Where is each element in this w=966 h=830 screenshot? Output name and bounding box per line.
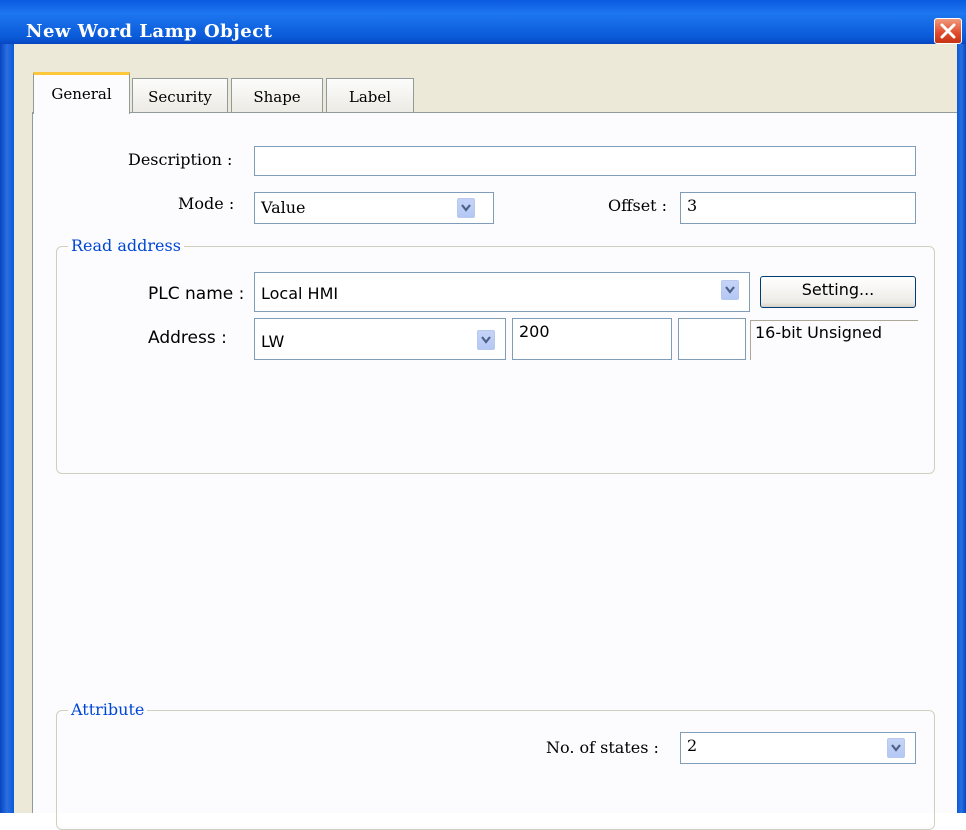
mode-select-value: Value xyxy=(261,198,306,217)
address-device-value: LW xyxy=(261,332,285,351)
address-number-input[interactable]: 200 xyxy=(512,318,672,360)
close-icon xyxy=(940,23,956,39)
close-button[interactable] xyxy=(934,18,962,44)
tab-shape-label: Shape xyxy=(253,88,301,106)
address-device-select[interactable]: LW xyxy=(254,318,506,360)
states-dropdown-button[interactable] xyxy=(887,738,905,758)
window-title: New Word Lamp Object xyxy=(26,21,273,42)
plc-name-value: Local HMI xyxy=(261,284,339,303)
plc-name-select[interactable]: Local HMI xyxy=(254,272,750,312)
chevron-down-icon xyxy=(725,286,735,294)
states-label: No. of states : xyxy=(546,738,659,757)
address-device-dropdown-button[interactable] xyxy=(477,330,495,350)
chevron-down-icon xyxy=(481,336,491,344)
address-label: Address : xyxy=(148,328,227,348)
dialog-window: New Word Lamp Object General Security Sh… xyxy=(0,0,966,830)
tab-security-label: Security xyxy=(148,88,212,106)
title-bar[interactable]: New Word Lamp Object xyxy=(0,0,966,44)
tab-shape[interactable]: Shape xyxy=(231,78,323,112)
chevron-down-icon xyxy=(461,204,471,212)
tab-general[interactable]: General xyxy=(33,72,130,114)
attribute-group xyxy=(56,710,935,830)
tab-general-label: General xyxy=(51,85,112,103)
window-frame-left xyxy=(0,44,14,813)
read-address-group-title: Read address xyxy=(68,236,184,255)
mode-select[interactable]: Value xyxy=(254,192,494,224)
window-frame-right xyxy=(957,44,966,813)
chevron-down-icon xyxy=(891,744,901,752)
tab-security[interactable]: Security xyxy=(132,78,228,112)
tab-label-label: Label xyxy=(348,88,392,106)
tab-label[interactable]: Label xyxy=(326,78,414,112)
setting-button[interactable]: Setting... xyxy=(760,276,916,308)
description-input[interactable] xyxy=(254,146,916,176)
address-extra-input[interactable] xyxy=(678,318,746,360)
states-value: 2 xyxy=(687,736,698,755)
data-type-label: 16-bit Unsigned xyxy=(750,320,918,360)
description-label: Description : xyxy=(128,150,233,169)
mode-label: Mode : xyxy=(178,194,235,213)
mode-dropdown-button[interactable] xyxy=(457,198,475,218)
plc-name-dropdown-button[interactable] xyxy=(721,280,739,300)
plc-name-label: PLC name : xyxy=(148,284,245,304)
offset-input[interactable]: 3 xyxy=(680,192,916,224)
attribute-group-title: Attribute xyxy=(68,700,148,719)
states-select[interactable]: 2 xyxy=(680,732,916,764)
offset-label: Offset : xyxy=(608,196,668,215)
